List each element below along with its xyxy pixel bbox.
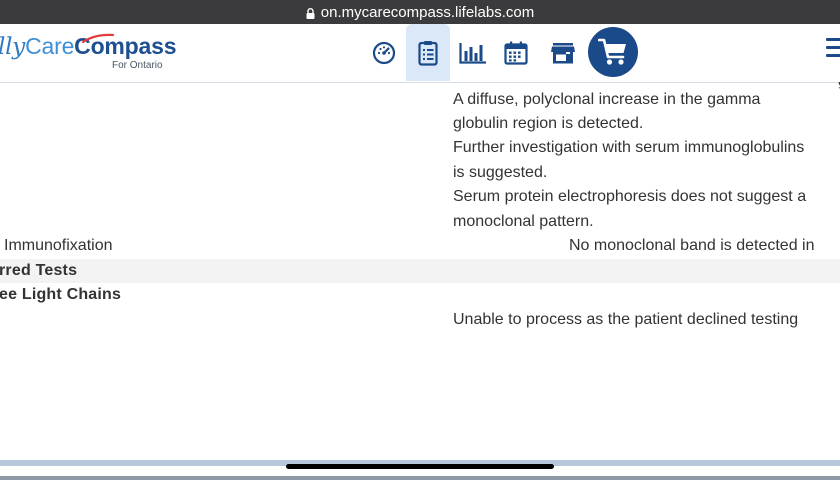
lock-icon <box>306 8 315 19</box>
url-text: on.mycarecompass.lifelabs.com <box>320 3 535 21</box>
interpretation-line: is suggested. <box>453 164 548 181</box>
nav-store[interactable] <box>541 24 585 81</box>
calendar-icon <box>504 41 528 65</box>
cart-button[interactable] <box>588 27 638 77</box>
interpretation-line: A diffuse, polyclonal increase in the ga… <box>453 91 761 108</box>
interpretation-line: Further investigation with serum immunog… <box>453 139 805 156</box>
browser-url-bar[interactable]: on.mycarecompass.lifelabs.com <box>0 0 840 24</box>
interpretation-line: monoclonal pattern. <box>453 213 594 230</box>
deferred-tests-band <box>0 259 840 283</box>
results-content: g A diffuse, polyclonal increase in the … <box>0 82 840 460</box>
free-light-chains-label: ee Light Chains <box>0 286 122 303</box>
app-header: llyCareCompass For Ontario <box>0 24 840 83</box>
mycarecompass-logo[interactable]: llyCareCompass For Ontario <box>0 32 180 76</box>
deferred-tests-heading: rred Tests <box>0 262 78 279</box>
dashboard-icon <box>372 41 396 64</box>
logo-care: Care <box>25 33 75 59</box>
logo-subtitle: For Ontario <box>112 60 163 71</box>
bottom-bar <box>0 476 840 480</box>
clipboard-results-icon <box>418 40 438 66</box>
logo-swoosh-icon <box>81 33 115 44</box>
logo-prefix: lly <box>0 34 26 60</box>
free-light-chains-value: Unable to process as the patient decline… <box>453 311 799 328</box>
immunofixation-value: No monoclonal band is detected in <box>569 237 815 254</box>
nav-dashboard[interactable] <box>362 24 406 81</box>
shopping-cart-icon <box>598 38 626 65</box>
interpretation-line: Serum protein electrophoresis does not s… <box>453 188 807 205</box>
hamburger-menu-icon[interactable] <box>826 38 840 60</box>
store-icon <box>551 42 575 63</box>
nav-appointments[interactable] <box>494 24 538 81</box>
immunofixation-label: Immunofixation <box>4 237 113 254</box>
bar-chart-icon <box>459 42 486 64</box>
nav-trends[interactable] <box>451 24 495 81</box>
interpretation-line: globulin region is detected. <box>453 115 644 132</box>
nav-results-tab[interactable] <box>406 24 450 81</box>
home-indicator[interactable] <box>286 464 554 469</box>
